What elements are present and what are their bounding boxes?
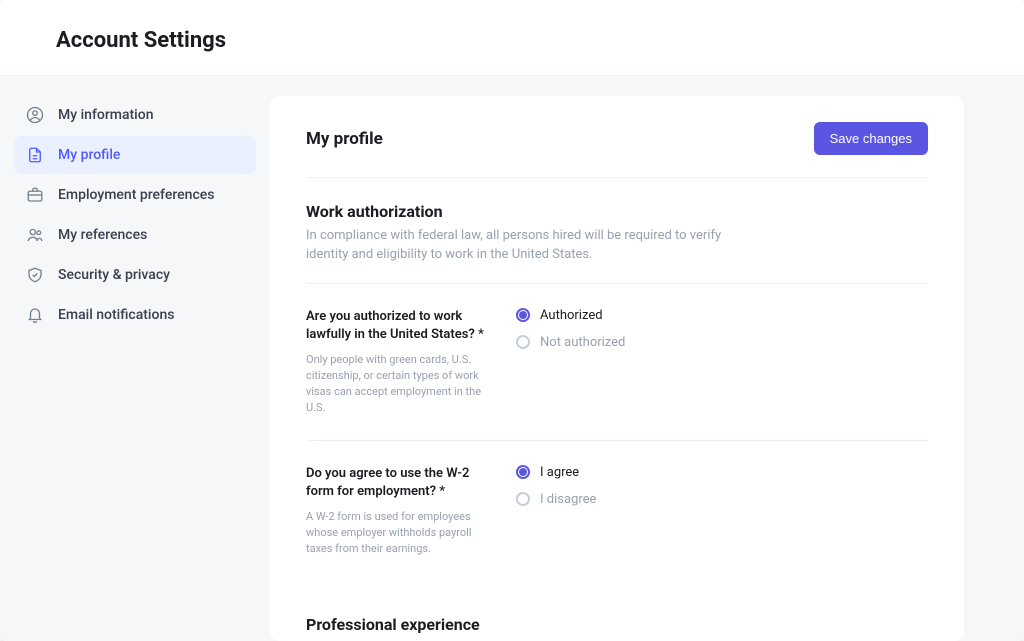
sidebar-item-label: Security & privacy bbox=[58, 267, 170, 283]
sidebar-item-email-notifications[interactable]: Email notifications bbox=[14, 296, 256, 334]
field-help: A W-2 form is used for employees whose e… bbox=[306, 509, 492, 557]
users-icon bbox=[26, 226, 44, 244]
field-label: Do you agree to use the W-2 form for emp… bbox=[306, 465, 492, 501]
section-description: In compliance with federal law, all pers… bbox=[306, 227, 736, 265]
radio-label: Not authorized bbox=[540, 335, 625, 350]
save-changes-button[interactable]: Save changes bbox=[814, 122, 928, 155]
radio-label: I disagree bbox=[540, 492, 596, 507]
radio-i-disagree[interactable]: I disagree bbox=[516, 492, 928, 507]
sidebar-item-my-information[interactable]: My information bbox=[14, 96, 256, 134]
radio-i-agree[interactable]: I agree bbox=[516, 465, 928, 480]
panel-title: My profile bbox=[306, 129, 383, 149]
sidebar-item-label: My references bbox=[58, 227, 147, 243]
document-icon bbox=[26, 146, 44, 164]
radio-authorized[interactable]: Authorized bbox=[516, 308, 928, 323]
sidebar-item-security-privacy[interactable]: Security & privacy bbox=[14, 256, 256, 294]
field-label: Are you authorized to work lawfully in t… bbox=[306, 308, 492, 344]
page-title: Account Settings bbox=[56, 28, 968, 53]
radio-dot-icon bbox=[516, 465, 530, 479]
radio-not-authorized[interactable]: Not authorized bbox=[516, 335, 928, 350]
sidebar-item-label: My profile bbox=[58, 147, 120, 163]
field-w2-agreement: Do you agree to use the W-2 form for emp… bbox=[306, 440, 928, 581]
sidebar-item-employment-preferences[interactable]: Employment preferences bbox=[14, 176, 256, 214]
shield-icon bbox=[26, 266, 44, 284]
settings-panel: My profile Save changes Work authorizati… bbox=[270, 96, 964, 641]
radio-dot-icon bbox=[516, 335, 530, 349]
sidebar: My information My profile Employment pre… bbox=[0, 76, 270, 641]
section-title: Professional experience bbox=[306, 615, 928, 634]
radio-label: I agree bbox=[540, 465, 579, 480]
field-authorized-to-work: Are you authorized to work lawfully in t… bbox=[306, 283, 928, 440]
briefcase-icon bbox=[26, 186, 44, 204]
user-circle-icon bbox=[26, 106, 44, 124]
section-professional-experience: Professional experience Your professiona… bbox=[306, 581, 928, 641]
sidebar-item-label: My information bbox=[58, 107, 153, 123]
sidebar-item-my-references[interactable]: My references bbox=[14, 216, 256, 254]
radio-dot-icon bbox=[516, 308, 530, 322]
section-title: Work authorization bbox=[306, 202, 928, 221]
radio-dot-icon bbox=[516, 492, 530, 506]
section-work-authorization: Work authorization In compliance with fe… bbox=[306, 178, 928, 581]
radio-label: Authorized bbox=[540, 308, 603, 323]
field-help: Only people with green cards, U.S. citiz… bbox=[306, 352, 492, 416]
sidebar-item-my-profile[interactable]: My profile bbox=[14, 136, 256, 174]
sidebar-item-label: Employment preferences bbox=[58, 187, 214, 203]
bell-icon bbox=[26, 306, 44, 324]
sidebar-item-label: Email notifications bbox=[58, 307, 174, 323]
